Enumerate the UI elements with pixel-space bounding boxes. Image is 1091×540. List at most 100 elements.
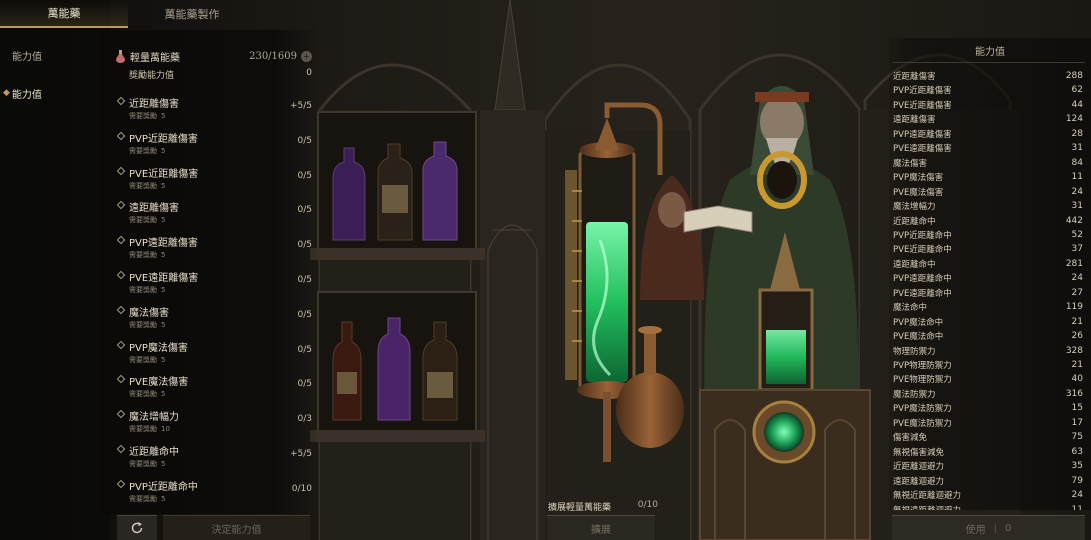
- stat-row[interactable]: PVE魔法傷害 需要獎勵 5 0/5: [116, 373, 312, 407]
- stat-requirement-value: 5: [161, 355, 166, 364]
- total-stat-row: PVE遠距離傷害 31: [893, 141, 1083, 155]
- total-stat-value: 31: [1071, 143, 1083, 154]
- nav-item-stats[interactable]: 能力值: [0, 36, 100, 74]
- stat-value: 0/5: [297, 205, 312, 216]
- total-stat-value: 288: [1065, 71, 1083, 81]
- total-stat-row: 無視遠距離迴避力 11: [893, 503, 1083, 511]
- total-stat-label: PVP魔法命中: [893, 317, 944, 328]
- stat-name: PVE遠距離傷害: [129, 273, 199, 284]
- total-stat-row: PVP魔法傷害 11: [893, 170, 1083, 184]
- potion-icon: [116, 49, 125, 63]
- total-stat-row: PVP近距離傷害 62: [893, 83, 1083, 97]
- stat-requirement-label: 需要獎勵: [129, 320, 157, 329]
- tab-elixir[interactable]: 萬能藥: [0, 0, 128, 28]
- elixir-stat-panel: 輕量萬能藥 230/1609 + 獎勵能力值 0 近距離傷害 需要獎勵 5 +5/5 P…: [100, 30, 320, 514]
- nav-item-stats-active[interactable]: ◆ 能力值: [0, 74, 100, 112]
- diamond-icon: [116, 166, 126, 175]
- stat-requirement: 需要獎勵 5: [129, 320, 165, 330]
- stat-value: 0/5: [297, 344, 312, 355]
- total-stat-value: 79: [1071, 475, 1083, 486]
- total-stat-row: PVE魔法命中 26: [893, 329, 1083, 343]
- stat-row[interactable]: PVE遠距離傷害 需要獎勵 5 0/5: [116, 269, 312, 303]
- diamond-icon: [116, 235, 126, 245]
- stat-requirement: 需要獎勵 5: [129, 146, 165, 156]
- diamond-icon: [116, 409, 126, 419]
- reset-button[interactable]: [117, 515, 157, 540]
- stat-row[interactable]: 遠距離傷害 需要獎勵 5 0/5: [116, 199, 312, 233]
- divider: [893, 62, 1085, 63]
- total-stat-value: 27: [1071, 287, 1083, 298]
- total-stat-label: 傷害減免: [893, 433, 928, 444]
- stat-value: 0/10: [291, 483, 312, 494]
- diamond-icon: [116, 375, 126, 384]
- total-stat-value: 11: [1071, 504, 1083, 511]
- diamond-icon: [116, 201, 126, 210]
- stat-value: 0/5: [297, 135, 312, 146]
- total-stat-value: 11: [1071, 172, 1083, 183]
- stat-requirement: 需要獎勵 5: [129, 250, 165, 260]
- stat-requirement-label: 需要獎勵: [129, 181, 157, 190]
- total-stat-row: PVE近距離傷害 44: [893, 98, 1083, 112]
- total-stat-row: PVE物理防禦力 40: [893, 372, 1083, 386]
- total-stat-value: 28: [1071, 128, 1083, 139]
- stat-row[interactable]: PVP魔法傷害 需要獎勵 5 0/5: [116, 339, 312, 373]
- total-stat-row: 近距離命中 442: [893, 214, 1083, 228]
- total-stat-label: 無視傷害減免: [893, 447, 945, 458]
- stat-requirement: 需要獎勵 10: [129, 424, 170, 434]
- stat-row[interactable]: 魔法增幅力 需要獎勵 10 0/3: [116, 408, 312, 442]
- stat-requirement-value: 10: [161, 425, 170, 434]
- total-stat-label: 遠距離迴避力: [893, 476, 945, 487]
- stat-name: PVP遠距離傷害: [129, 238, 198, 250]
- info-icon[interactable]: +: [301, 50, 312, 62]
- total-stat-value: 119: [1065, 302, 1083, 313]
- stat-row[interactable]: 魔法傷害 需要獎勵 5 0/5: [116, 304, 312, 338]
- total-stat-value: 17: [1071, 417, 1083, 428]
- stat-name: PVE魔法傷害: [129, 377, 189, 389]
- stat-requirement-value: 5: [161, 216, 166, 225]
- stat-name: PVP近距離命中: [129, 481, 198, 493]
- stat-row[interactable]: 近距離命中 需要獎勵 5 +5/5: [116, 443, 312, 477]
- stat-requirement-value: 5: [161, 146, 166, 155]
- use-button[interactable]: 使用 | 0: [892, 515, 1085, 540]
- potion-header: 輕量萬能藥 230/1609 +: [116, 48, 312, 64]
- total-stat-label: 魔法防禦力: [893, 389, 936, 400]
- expand-button[interactable]: 擴展: [547, 515, 655, 540]
- total-stat-row: PVP近距離命中 52: [893, 228, 1083, 242]
- stat-requirement: 需要獎勵 5: [129, 111, 165, 121]
- stat-requirement: 需要獎勵 5: [129, 389, 165, 399]
- total-stat-label: 魔法傷害: [893, 158, 928, 169]
- stat-name: 魔法傷害: [129, 307, 169, 319]
- stat-requirement: 需要獎勵 5: [129, 494, 165, 504]
- stat-name: PVP近距離傷害: [129, 133, 198, 145]
- stat-row[interactable]: 近距離傷害 需要獎勵 5 +5/5: [116, 95, 312, 129]
- total-stat-label: 物理防禦力: [893, 346, 936, 357]
- stat-requirement-value: 5: [161, 390, 166, 399]
- stat-row[interactable]: PVP近距離命中 需要獎勵 5 0/10: [116, 478, 312, 512]
- stat-requirement-label: 需要獎勵: [129, 286, 157, 294]
- total-stat-label: PVP遠距離傷害: [893, 129, 952, 140]
- stat-name: 魔法增幅力: [129, 412, 179, 424]
- total-stat-row: 無視傷害減免 63: [893, 445, 1083, 459]
- total-stat-label: PVP近距離傷害: [893, 86, 952, 97]
- stat-row[interactable]: PVE近距離傷害 需要獎勵 5 0/5: [116, 165, 312, 199]
- diamond-icon: [116, 305, 126, 315]
- tab-elixir-crafting[interactable]: 萬能藥製作: [128, 0, 256, 28]
- stat-value: 0/5: [297, 170, 312, 181]
- total-stat-label: PVE魔法防禦力: [893, 418, 952, 429]
- stat-requirement: 需要獎勵 5: [129, 285, 165, 295]
- top-tab-bar: 萬能藥 萬能藥製作: [0, 0, 300, 28]
- diamond-icon: [116, 270, 126, 280]
- bonus-stat-label: 獎勵能力值: [129, 71, 175, 81]
- total-stat-value: 63: [1071, 446, 1083, 457]
- total-stat-value: 31: [1071, 201, 1083, 212]
- total-stat-value: 281: [1065, 258, 1083, 269]
- selected-marker-icon: ◆: [3, 88, 10, 98]
- total-stat-label: PVE遠距離命中: [893, 288, 952, 299]
- decide-stats-button[interactable]: 決定能力值: [163, 515, 310, 540]
- stat-row[interactable]: PVP近距離傷害 需要獎勵 5 0/5: [116, 130, 312, 164]
- total-stat-value: 26: [1071, 331, 1083, 342]
- stat-requirement-value: 5: [161, 494, 166, 503]
- total-stat-label: PVP魔法傷害: [893, 173, 944, 184]
- stat-requirement-label: 需要獎勵: [129, 390, 157, 399]
- stat-row[interactable]: PVP遠距離傷害 需要獎勵 5 0/5: [116, 234, 312, 268]
